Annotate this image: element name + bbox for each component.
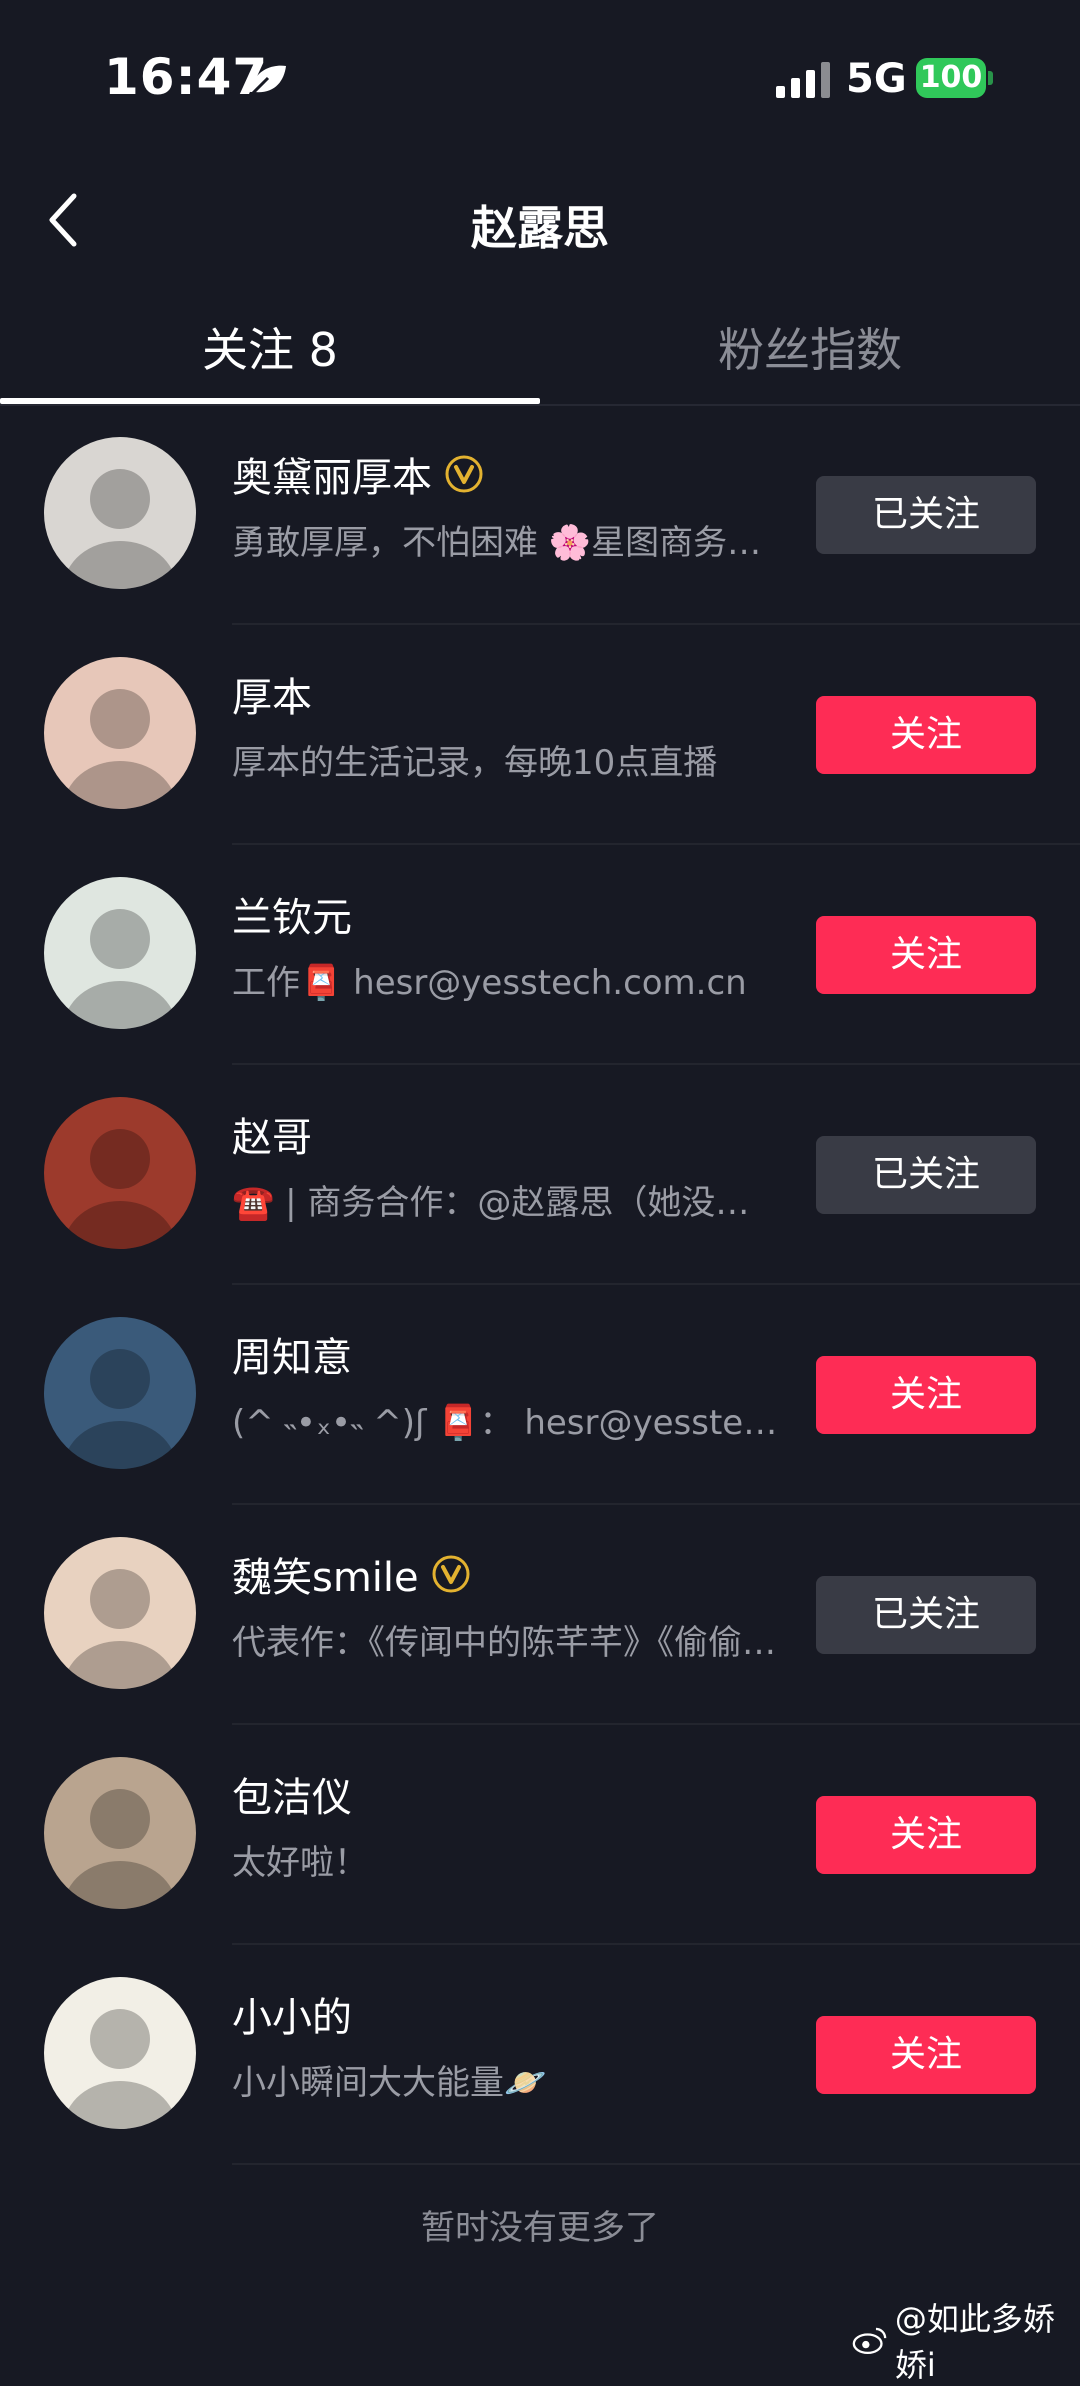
- following-list: 奥黛丽厚本 勇敢厚厚，不怕困难 🌸星图商务合作 已关注 厚本 厚本的生活记录，每…: [0, 405, 1080, 2165]
- avatar-image: [44, 1977, 196, 2129]
- signal-icon: [776, 62, 830, 98]
- avatar[interactable]: [44, 1537, 196, 1689]
- battery-icon: 100: [916, 58, 986, 98]
- avatar-image: [44, 657, 196, 809]
- user-bio: 代表作：《传闻中的陈芊芊》《偷偷藏不住》: [232, 1623, 780, 1663]
- user-bio: (^ ˵•ₓ•˵ ^)ʃ 📮： hesr@yesstech: [232, 1403, 780, 1443]
- watermark: @如此多娇娇i: [852, 2294, 1080, 2386]
- avatar-image: [44, 437, 196, 589]
- follow-button[interactable]: 关注: [816, 1796, 1036, 1874]
- list-item[interactable]: 小小的 小小瞬间大大能量🪐 关注: [0, 1945, 1080, 2165]
- follow-button[interactable]: 已关注: [816, 1576, 1036, 1654]
- avatar[interactable]: [44, 1757, 196, 1909]
- list-item[interactable]: 兰钦元 工作📮 hesr@yesstech.com.cn 关注: [0, 845, 1080, 1065]
- user-name: 兰钦元: [232, 895, 352, 941]
- avatar[interactable]: [44, 1097, 196, 1249]
- clock: 16:47: [104, 48, 269, 106]
- user-name: 魏笑smile: [232, 1555, 419, 1601]
- avatar-image: [44, 1537, 196, 1689]
- user-bio: 勇敢厚厚，不怕困难 🌸星图商务合作: [232, 523, 780, 563]
- follow-button[interactable]: 关注: [816, 696, 1036, 774]
- active-tab-indicator: [0, 398, 540, 404]
- user-name: 周知意: [232, 1335, 352, 1381]
- end-of-list-text: 暂时没有更多了: [421, 2208, 659, 2248]
- verified-badge-icon: [432, 1555, 470, 1593]
- user-bio: ☎️ | 商务合作：@赵露思（她没空）: [232, 1183, 780, 1223]
- follow-button[interactable]: 已关注: [816, 1136, 1036, 1214]
- avatar[interactable]: [44, 437, 196, 589]
- user-bio: 小小瞬间大大能量🪐: [232, 2063, 547, 2103]
- tab-bar: 关注 8 粉丝指数: [0, 300, 1080, 406]
- tab-following[interactable]: 关注 8: [0, 314, 540, 380]
- list-item[interactable]: 魏笑smile 代表作：《传闻中的陈芊芊》《偷偷藏不住》 已关注: [0, 1505, 1080, 1725]
- user-name: 厚本: [232, 675, 312, 721]
- verified-badge-icon: [445, 455, 483, 493]
- avatar-image: [44, 877, 196, 1029]
- follow-button[interactable]: 关注: [816, 916, 1036, 994]
- avatar[interactable]: [44, 1977, 196, 2129]
- tab-fan-index[interactable]: 粉丝指数: [540, 314, 1080, 380]
- weibo-icon: [852, 2327, 887, 2355]
- user-bio: 工作📮 hesr@yesstech.com.cn: [232, 963, 747, 1003]
- page-title: 赵露思: [471, 201, 609, 255]
- user-name: 赵哥: [232, 1115, 312, 1161]
- list-item[interactable]: 厚本 厚本的生活记录，每晚10点直播 关注: [0, 625, 1080, 845]
- list-item[interactable]: 周知意 (^ ˵•ₓ•˵ ^)ʃ 📮： hesr@yesstech 关注: [0, 1285, 1080, 1505]
- list-item[interactable]: 赵哥 ☎️ | 商务合作：@赵露思（她没空） 已关注: [0, 1065, 1080, 1285]
- watermark-text: @如此多娇娇i: [894, 2300, 1055, 2384]
- user-bio: 太好啦！: [232, 1843, 368, 1883]
- network-type: 5G: [846, 56, 907, 102]
- avatar-image: [44, 1317, 196, 1469]
- follow-button[interactable]: 关注: [816, 2016, 1036, 2094]
- list-item[interactable]: 奥黛丽厚本 勇敢厚厚，不怕困难 🌸星图商务合作 已关注: [0, 405, 1080, 625]
- list-item[interactable]: 包洁仪 太好啦！ 关注: [0, 1725, 1080, 1945]
- avatar[interactable]: [44, 1317, 196, 1469]
- avatar-image: [44, 1097, 196, 1249]
- avatar[interactable]: [44, 877, 196, 1029]
- avatar[interactable]: [44, 657, 196, 809]
- leaf-icon: [248, 65, 286, 98]
- follow-button[interactable]: 关注: [816, 1356, 1036, 1434]
- status-bar: 16:47 5G 100: [0, 0, 1080, 160]
- user-name: 奥黛丽厚本: [232, 455, 432, 501]
- divider: [232, 2163, 1080, 2165]
- avatar-image: [44, 1757, 196, 1909]
- user-name: 小小的: [232, 1995, 352, 2041]
- user-name: 包洁仪: [232, 1775, 352, 1821]
- battery-tip: [988, 71, 993, 85]
- follow-button[interactable]: 已关注: [816, 476, 1036, 554]
- user-bio: 厚本的生活记录，每晚10点直播: [232, 743, 718, 783]
